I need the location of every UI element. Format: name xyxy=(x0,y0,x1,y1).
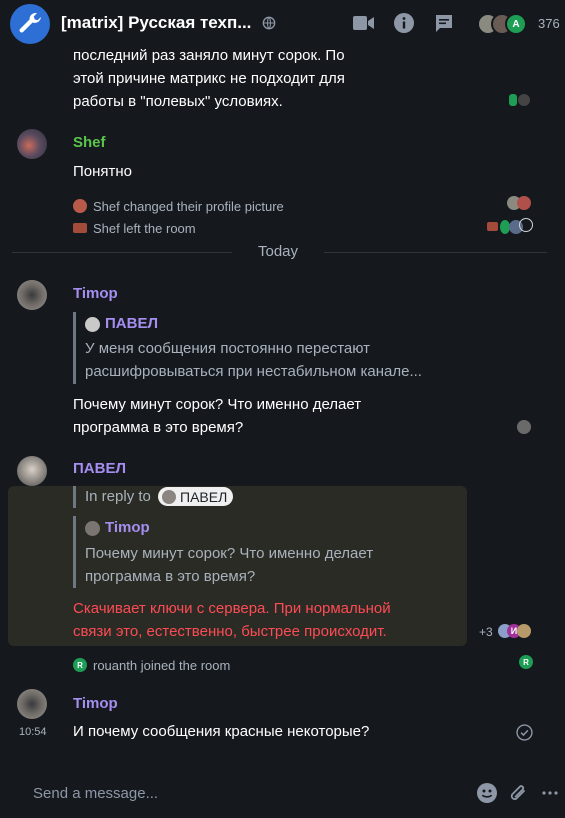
more-options-icon[interactable] xyxy=(541,790,559,796)
member-avatar: A xyxy=(505,13,527,35)
in-reply-to[interactable] xyxy=(73,486,76,508)
avatar[interactable] xyxy=(17,689,47,719)
read-receipt[interactable] xyxy=(509,94,517,106)
read-receipt[interactable] xyxy=(517,196,531,210)
quote-sender[interactable]: Timop xyxy=(105,519,150,536)
avatar[interactable] xyxy=(17,280,47,310)
user-pill[interactable]: ПАВЕЛ xyxy=(158,487,234,506)
pill-avatar xyxy=(162,489,176,504)
quote-text: Почему минут сорок? Что именно делает xyxy=(85,545,374,562)
pill-name: ПАВЕЛ xyxy=(180,488,228,505)
wrench-icon xyxy=(19,12,41,33)
message-body: связи это, естественно, быстрее происход… xyxy=(73,623,387,640)
date-separator: Today xyxy=(258,243,299,260)
message-body: Понятно xyxy=(73,163,133,180)
date-separator-line xyxy=(324,252,547,253)
reply-quote[interactable] xyxy=(73,312,76,384)
sender-name[interactable]: Timop xyxy=(73,285,118,302)
member-avatars[interactable]: A xyxy=(477,13,533,35)
membership-event: Shef changed their profile picture xyxy=(93,199,284,214)
message-composer: Send a message... xyxy=(0,768,565,818)
member-count[interactable]: 376 xyxy=(538,16,560,31)
message-input[interactable]: Send a message... xyxy=(33,785,158,802)
globe-icon xyxy=(262,16,276,30)
message-body: программа в это время? xyxy=(73,419,244,436)
sender-name[interactable]: Shef xyxy=(73,134,106,151)
quote-avatar xyxy=(85,521,100,536)
quote-text: расшифровываться при нестабильном канале… xyxy=(85,363,422,380)
message-line: работы в "полевых" условиях. xyxy=(73,93,283,110)
quote-text: У меня сообщения постоянно перестают xyxy=(85,340,371,357)
video-call-icon[interactable] xyxy=(353,12,375,34)
emoji-icon[interactable] xyxy=(477,783,497,803)
membership-event: Shef left the room xyxy=(93,221,196,236)
room-header: [matrix] Русская техп... A 376 xyxy=(0,0,565,48)
read-receipt[interactable] xyxy=(487,222,498,231)
read-receipt[interactable]: R xyxy=(519,655,533,669)
timestamp[interactable]: 10:54 xyxy=(19,726,47,738)
sender-name[interactable]: Timop xyxy=(73,695,118,712)
membership-event: rouanth joined the room xyxy=(93,658,231,673)
avatar[interactable] xyxy=(17,456,47,486)
threads-icon[interactable] xyxy=(433,12,455,34)
in-reply-to-label: In reply to xyxy=(85,488,151,505)
message-body: И почему сообщения красные некоторые? xyxy=(73,723,370,740)
read-receipt[interactable] xyxy=(519,218,533,232)
quote-text: программа в это время? xyxy=(85,568,256,585)
message-body: Почему минут сорок? Что именно делает xyxy=(73,396,362,413)
avatar[interactable] xyxy=(17,129,47,159)
attachment-icon[interactable] xyxy=(509,782,529,804)
date-separator-line xyxy=(12,252,232,253)
quote-sender[interactable]: ПАВЕЛ xyxy=(105,315,158,332)
read-receipts-more[interactable]: +3 xyxy=(479,625,493,639)
sent-check-icon[interactable] xyxy=(516,724,533,741)
timeline[interactable]: последний раз заняло минут сорок. По это… xyxy=(0,48,565,768)
message-body: Скачивает ключи с сервера. При нормально… xyxy=(73,600,391,617)
quote-avatar xyxy=(85,317,100,332)
message-line: этой причине матрикс не подходит для xyxy=(73,70,345,87)
room-name[interactable]: [matrix] Русская техп... xyxy=(61,13,251,33)
read-receipt[interactable] xyxy=(517,624,531,638)
reply-quote[interactable] xyxy=(73,516,76,588)
sender-name[interactable]: ПАВЕЛ xyxy=(73,460,126,477)
event-avatar: R xyxy=(73,658,87,672)
event-avatar-initial: R xyxy=(77,660,83,670)
event-avatar xyxy=(73,223,87,233)
room-avatar[interactable] xyxy=(10,4,50,44)
read-receipt[interactable] xyxy=(517,420,531,434)
member-avatar-initial: A xyxy=(512,18,520,30)
room-info-icon[interactable] xyxy=(393,12,415,34)
receipt-initial: R xyxy=(523,657,529,667)
event-avatar xyxy=(73,199,87,213)
read-receipt[interactable] xyxy=(518,94,530,106)
message-line: последний раз заняло минут сорок. По xyxy=(73,48,345,64)
